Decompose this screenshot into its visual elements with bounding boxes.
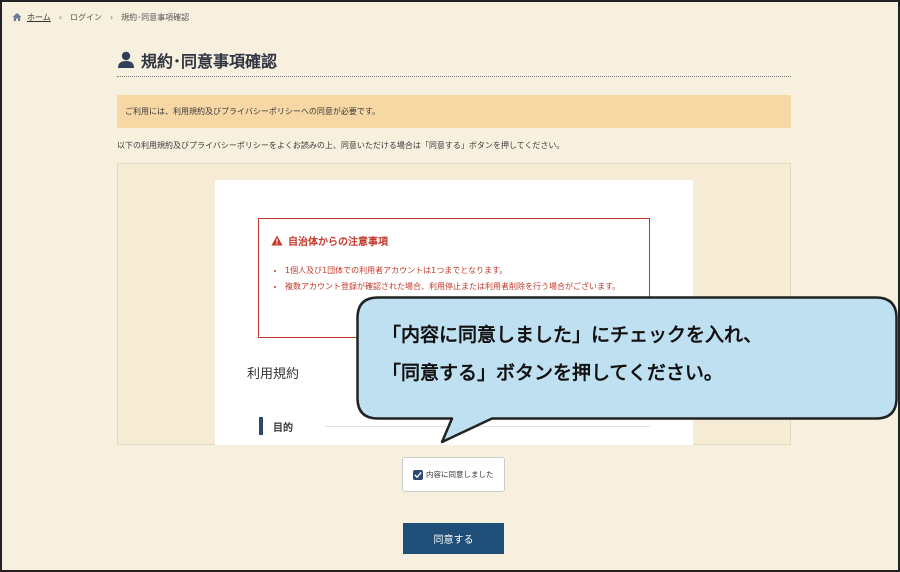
callout-text: 「内容に同意しました」にチェックを入れ、 「同意する」ボタンを押してください。: [382, 316, 762, 392]
page-title: 規約･同意事項確認: [117, 44, 791, 77]
breadcrumb-separator: ›: [58, 12, 62, 22]
instruction-text: 以下の利用規約及びプライバシーポリシーをよくお読みの上、同意いただける場合は「同…: [117, 141, 565, 150]
breadcrumb-home-link[interactable]: ホーム: [27, 12, 51, 23]
user-icon: [118, 51, 134, 68]
instruction-callout: 「内容に同意しました」にチェックを入れ、 「同意する」ボタンを押してください。: [356, 296, 898, 444]
page-title-text: 規約･同意事項確認: [141, 52, 278, 71]
warning-item: 1個人及び1団体での利用者アカウントは1つまでとなります。: [285, 263, 635, 279]
section-marker: [259, 417, 263, 435]
warning-title: 自治体からの注意事項: [288, 237, 388, 248]
check-icon: [414, 471, 422, 478]
consent-notice: ご利用には、利用規約及びプライバシーポリシーへの同意が必要です。: [117, 95, 791, 128]
warning-list: 1個人及び1団体での利用者アカウントは1つまでとなります。 複数アカウント登録が…: [271, 263, 635, 295]
warning-icon: [271, 235, 283, 246]
section-purpose-label: 目的: [273, 422, 293, 434]
agree-checkbox-label: 内容に同意しました: [426, 470, 494, 479]
section-purpose-heading: 目的: [259, 417, 293, 435]
warning-heading: 自治体からの注意事項: [271, 233, 635, 248]
warning-item: 複数アカウント登録が確認された場合、利用停止または利用者削除を行う場合がございま…: [285, 279, 635, 295]
agree-checkbox[interactable]: [413, 469, 423, 480]
callout-line-1: 「内容に同意しました」にチェックを入れ、: [382, 324, 763, 346]
callout-line-2: 「同意する」ボタンを押してください。: [382, 362, 723, 384]
breadcrumb: ホーム › ログイン › 規約･同意事項確認: [12, 10, 189, 24]
terms-heading: 利用規約: [247, 367, 300, 382]
breadcrumb-separator: ›: [109, 12, 114, 22]
agree-checkbox-field[interactable]: 内容に同意しました: [402, 457, 505, 492]
breadcrumb-login: ログイン: [69, 12, 102, 22]
screen-frame: ホーム › ログイン › 規約･同意事項確認 規約･同意事項確認 ご利用には、利…: [0, 0, 900, 572]
home-icon: [12, 13, 22, 21]
breadcrumb-current: 規約･同意事項確認: [121, 12, 190, 22]
agree-button[interactable]: 同意する: [403, 523, 504, 554]
